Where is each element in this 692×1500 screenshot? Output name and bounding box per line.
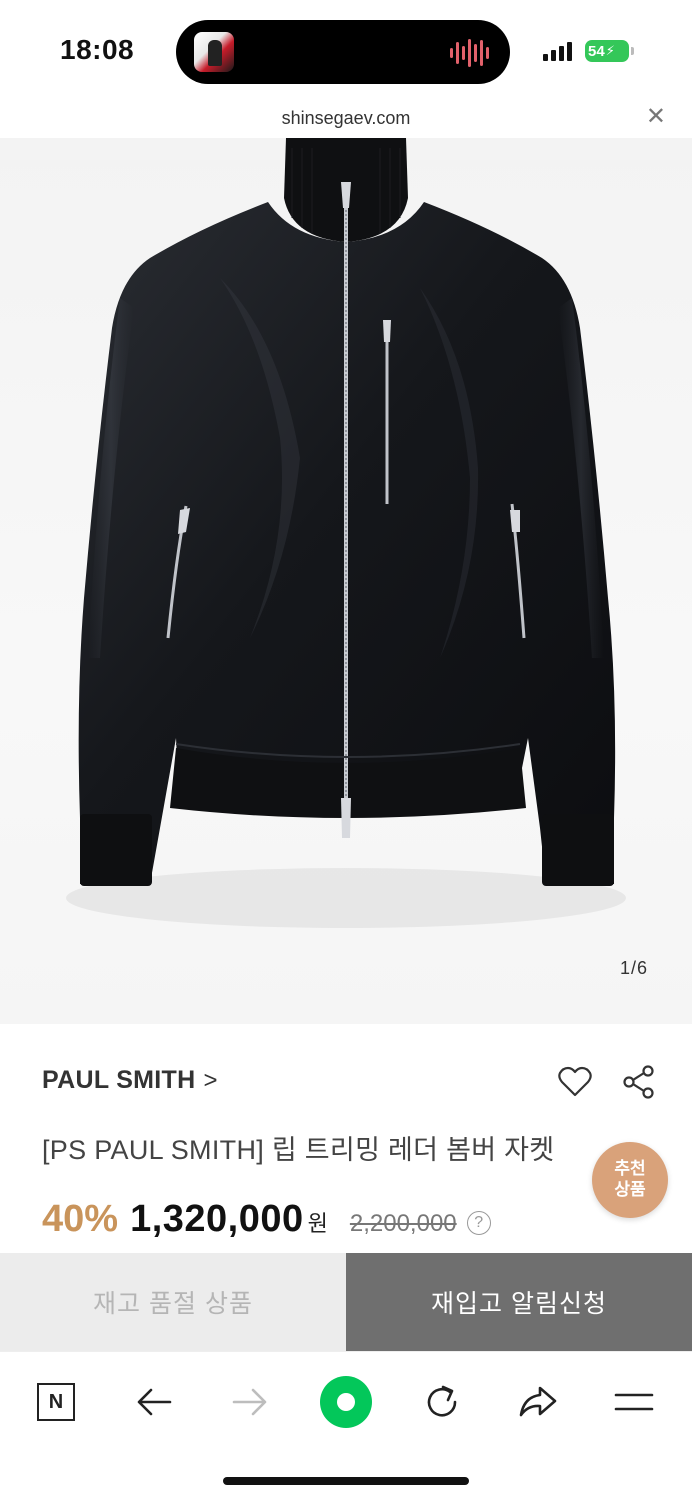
forward-arrow-icon[interactable] (222, 1374, 278, 1430)
reload-icon[interactable] (414, 1374, 470, 1430)
browser-toolbar: N (0, 1351, 692, 1451)
home-indicator[interactable] (223, 1477, 469, 1485)
green-dot-icon[interactable] (318, 1374, 374, 1430)
battery-nub (631, 47, 634, 55)
share-icon[interactable] (622, 1064, 656, 1100)
gallery-page-indicator: 1/6 (619, 958, 648, 978)
audio-waveform-icon (450, 38, 492, 68)
dynamic-island[interactable] (176, 20, 510, 84)
brand-name: PAUL SMITH (42, 1066, 196, 1094)
chevron-right-icon: > (203, 1066, 218, 1094)
heart-icon[interactable] (557, 1066, 593, 1098)
brand-link[interactable]: PAUL SMITH > (42, 1066, 217, 1095)
currency-unit: 원 (307, 1211, 328, 1236)
price-help-icon[interactable]: ? (466, 1211, 491, 1235)
original-price: 2,200,000 (349, 1210, 457, 1237)
status-time: 18:08 (60, 34, 135, 65)
battery-level: 54 (588, 42, 605, 60)
leather-jacket-image (66, 138, 626, 928)
discount-rate: 40% (42, 1198, 119, 1240)
product-image-gallery[interactable]: 1/6 (0, 138, 692, 1024)
back-arrow-icon[interactable] (126, 1374, 182, 1430)
menu-icon[interactable] (606, 1374, 662, 1430)
url-bar[interactable]: shinsegaev.com ✕ (0, 100, 692, 138)
recommended-products-button[interactable]: 추천 상품 (592, 1142, 668, 1218)
cellular-signal-icon (543, 41, 572, 61)
battery-charging-icon: 54 ⚡ (585, 40, 629, 62)
naver-letter: N (37, 1383, 75, 1421)
now-playing-artwork (194, 32, 234, 72)
close-icon[interactable]: ✕ (646, 104, 666, 130)
product-title: [PS PAUL SMITH] 립 트리밍 레더 봄버 자켓 (42, 1135, 555, 1165)
price-row: 40% 1,320,000 원 2,200,000 ? (42, 1198, 491, 1241)
sold-out-button: 재고 품절 상품 (0, 1253, 346, 1351)
url-text: shinsegaev.com (281, 108, 411, 128)
sale-price: 1,320,000 (130, 1198, 304, 1240)
restock-alert-button[interactable]: 재입고 알림신청 (346, 1253, 692, 1351)
naver-home-icon[interactable]: N (28, 1374, 84, 1430)
badge-line-1: 추천 (614, 1159, 646, 1178)
share-arrow-icon[interactable] (510, 1374, 566, 1430)
badge-line-2: 상품 (614, 1180, 646, 1199)
status-bar: 18:08 54 ⚡ (0, 0, 692, 100)
